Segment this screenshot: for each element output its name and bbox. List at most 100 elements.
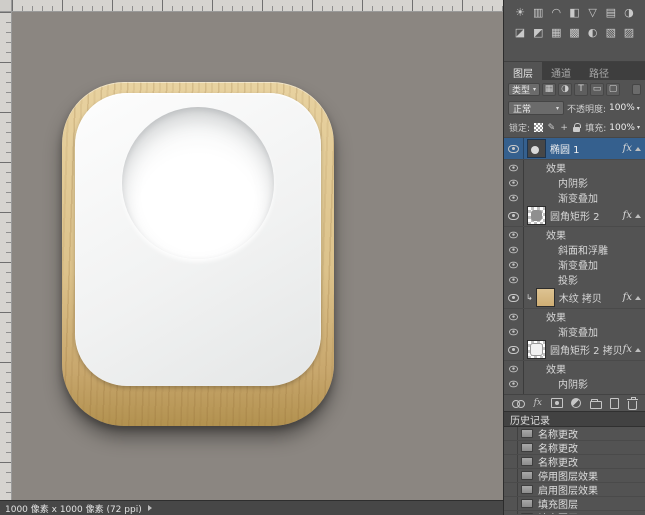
layer-row-rounded-rect-2[interactable]: 圆角矩形 2 fx: [504, 205, 645, 227]
levels-icon[interactable]: ▥: [530, 5, 546, 20]
history-source-well[interactable]: [504, 497, 518, 510]
layer-thumbnail[interactable]: [528, 207, 545, 224]
document-canvas[interactable]: [12, 12, 503, 500]
opacity-value-dropdown[interactable]: 100%: [609, 103, 640, 113]
fx-badge[interactable]: fx: [623, 210, 632, 221]
lock-transparency-icon[interactable]: [534, 122, 543, 134]
new-layer-icon[interactable]: [610, 398, 619, 409]
delete-layer-icon[interactable]: [628, 401, 637, 410]
history-row[interactable]: 填充图层: [504, 497, 645, 511]
layer-row-wood-copy[interactable]: ↳ 木纹 拷贝 fx: [504, 287, 645, 309]
effects-header-row[interactable]: 效果: [504, 227, 645, 242]
tab-channels[interactable]: 通道: [542, 62, 580, 80]
effect-row-gradient-overlay[interactable]: 渐变叠加: [504, 257, 645, 272]
new-group-icon[interactable]: [590, 401, 602, 409]
history-source-well[interactable]: [504, 455, 518, 468]
lock-all-icon[interactable]: [572, 122, 581, 134]
visibility-toggle[interactable]: [504, 205, 524, 226]
shape-layer-filter-icon[interactable]: ▭: [590, 83, 604, 96]
history-source-well[interactable]: [504, 427, 518, 440]
history-row[interactable]: 名称更改: [504, 455, 645, 469]
visibility-toggle[interactable]: [504, 287, 524, 308]
visibility-toggle[interactable]: [504, 324, 524, 339]
pixel-layer-filter-icon[interactable]: ▦: [542, 83, 556, 96]
lock-pixels-icon[interactable]: ✎: [547, 122, 556, 134]
fx-badge[interactable]: fx: [623, 143, 632, 154]
vertical-ruler[interactable]: [0, 12, 12, 500]
vibrance-icon[interactable]: ▽: [585, 5, 601, 20]
tab-paths[interactable]: 路径: [580, 62, 618, 80]
effects-header-row[interactable]: 效果: [504, 309, 645, 324]
hue-saturation-icon[interactable]: ▤: [603, 5, 619, 20]
lock-position-icon[interactable]: +: [560, 122, 569, 134]
collapse-effects-icon[interactable]: [635, 296, 641, 300]
visibility-toggle[interactable]: [504, 190, 524, 205]
effect-row-inner-shadow[interactable]: 内阴影: [504, 376, 645, 391]
threshold-icon[interactable]: ▨: [621, 25, 637, 40]
effect-row-gradient-overlay[interactable]: 渐变叠加: [504, 190, 645, 205]
layer-thumbnail[interactable]: [537, 289, 554, 306]
visibility-toggle[interactable]: [504, 175, 524, 190]
filter-kind-dropdown[interactable]: 类型: [508, 83, 540, 96]
layer-row-rounded-rect-2-copy[interactable]: 圆角矩形 2 拷贝 fx: [504, 339, 645, 361]
visibility-toggle[interactable]: [504, 391, 524, 394]
effects-header-row[interactable]: 效果: [504, 361, 645, 376]
adjustment-layer-filter-icon[interactable]: ◑: [558, 83, 572, 96]
fx-badge[interactable]: fx: [623, 344, 632, 355]
visibility-toggle[interactable]: [504, 227, 524, 242]
exposure-icon[interactable]: ◧: [566, 5, 582, 20]
collapse-effects-icon[interactable]: [635, 214, 641, 218]
collapse-effects-icon[interactable]: [635, 147, 641, 151]
layer-thumbnail[interactable]: [528, 140, 545, 157]
layer-name[interactable]: 圆角矩形 2 拷贝: [550, 342, 623, 357]
history-panel-header[interactable]: 历史记录: [504, 411, 645, 427]
history-row[interactable]: 名称更改: [504, 427, 645, 441]
new-adjustment-layer-icon[interactable]: [571, 398, 581, 408]
collapse-effects-icon[interactable]: [635, 348, 641, 352]
visibility-toggle[interactable]: [504, 138, 524, 159]
history-row[interactable]: 名称更改: [504, 441, 645, 455]
color-lookup-icon[interactable]: ▩: [566, 25, 582, 40]
color-balance-icon[interactable]: ◑: [621, 5, 637, 20]
layer-name[interactable]: 椭圆 1: [550, 141, 623, 156]
history-source-well[interactable]: [504, 511, 518, 514]
black-white-icon[interactable]: ◪: [512, 25, 528, 40]
layer-style-icon[interactable]: fx: [534, 398, 542, 408]
visibility-toggle[interactable]: [504, 361, 524, 376]
link-layers-icon[interactable]: [512, 399, 525, 408]
layer-thumbnail[interactable]: [528, 341, 545, 358]
history-source-well[interactable]: [504, 469, 518, 482]
effect-row-inner-shadow[interactable]: 内阴影: [504, 175, 645, 190]
visibility-toggle[interactable]: [504, 160, 524, 175]
type-layer-filter-icon[interactable]: T: [574, 83, 588, 96]
visibility-toggle[interactable]: [504, 309, 524, 324]
tab-layers[interactable]: 图层: [504, 62, 542, 80]
smart-object-filter-icon[interactable]: ▢: [606, 83, 620, 96]
history-row[interactable]: 停用图层效果: [504, 469, 645, 483]
channel-mixer-icon[interactable]: ▦: [548, 25, 564, 40]
layer-name[interactable]: 木纹 拷贝: [559, 290, 623, 305]
visibility-toggle[interactable]: [504, 272, 524, 287]
photo-filter-icon[interactable]: ◩: [530, 25, 546, 40]
history-source-well[interactable]: [504, 441, 518, 454]
status-popup-arrow-icon[interactable]: [148, 505, 152, 511]
history-row[interactable]: 启用图层效果: [504, 483, 645, 497]
effect-row-drop-shadow[interactable]: 投影: [504, 272, 645, 287]
layer-name[interactable]: 圆角矩形 2: [550, 208, 623, 223]
fill-value-dropdown[interactable]: 100%: [609, 123, 640, 133]
layer-row-ellipse-1[interactable]: 椭圆 1 fx: [504, 138, 645, 160]
horizontal-ruler[interactable]: [12, 0, 503, 12]
brightness-contrast-icon[interactable]: ☀: [512, 5, 528, 20]
fx-badge[interactable]: fx: [623, 292, 632, 303]
history-source-well[interactable]: [504, 483, 518, 496]
visibility-toggle[interactable]: [504, 376, 524, 391]
posterize-icon[interactable]: ▧: [603, 25, 619, 40]
invert-icon[interactable]: ◐: [585, 25, 601, 40]
effect-row-gradient-overlay[interactable]: 渐变叠加: [504, 324, 645, 339]
effects-header-row[interactable]: 效果: [504, 160, 645, 175]
history-row[interactable]: 填充图层: [504, 511, 645, 514]
visibility-toggle[interactable]: [504, 242, 524, 257]
effect-row-bevel-emboss[interactable]: 斜面和浮雕: [504, 242, 645, 257]
add-layer-mask-icon[interactable]: [551, 398, 563, 408]
blend-mode-dropdown[interactable]: 正常: [508, 101, 564, 115]
